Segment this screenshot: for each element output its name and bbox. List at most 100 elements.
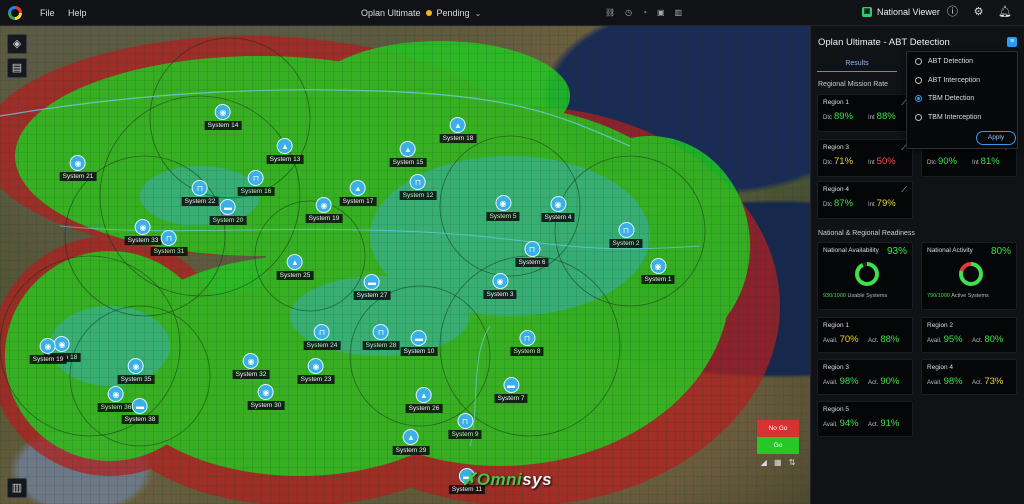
- radio-icon[interactable]: [915, 95, 922, 102]
- detection-rate: Dtc 87%: [823, 198, 854, 209]
- document-title[interactable]: Oplan Ultimate Pending ⌄: [361, 8, 481, 18]
- link-icon[interactable]: ⛓: [605, 8, 615, 17]
- system-marker[interactable]: ◉ System 19: [29, 338, 67, 364]
- system-marker[interactable]: ▲ System 13: [266, 138, 304, 164]
- system-marker[interactable]: ▬ System 20: [209, 199, 247, 225]
- system-marker[interactable]: ⊓ System 24: [303, 324, 341, 350]
- layers-icon: ◈: [12, 38, 22, 50]
- system-marker[interactable]: ◉ System 21: [59, 155, 97, 181]
- menu-icon: ≡: [1009, 38, 1015, 45]
- chevron-down-icon[interactable]: ⌄: [475, 9, 482, 18]
- delete-icon[interactable]: ▥: [675, 8, 683, 17]
- system-marker[interactable]: ⊓ System 9: [448, 413, 482, 439]
- readiness-card[interactable]: Region 4 Avail. 98% Act. 73%: [921, 359, 1017, 395]
- national-activity-card[interactable]: National Activity 80% 790/1000 Active Sy…: [921, 242, 1017, 310]
- readiness-card[interactable]: Region 1 Avail. 70% Act. 88%: [817, 317, 913, 353]
- toolbox-button[interactable]: ▤: [7, 58, 27, 78]
- detection-rate: Dtc 89%: [823, 111, 854, 122]
- interception-rate: Int 50%: [868, 156, 896, 167]
- map-view[interactable]: ◈ ▤ ▥ ◉ System 14 ▲ System 18 ▲ System 13 ▲ Sys…: [0, 26, 810, 504]
- dropdown-option[interactable]: TBM Detection: [915, 95, 974, 102]
- system-marker[interactable]: ⊓ System 16: [237, 170, 275, 196]
- system-label: System 23: [297, 375, 335, 384]
- mission-card[interactable]: Region 4 ⟋ Dtc 87% Int 79%: [817, 181, 913, 219]
- gear-icon[interactable]: ⚙: [972, 6, 985, 19]
- legend-tools: ◢ ▦ ⇅: [757, 458, 799, 467]
- system-marker[interactable]: ⊓ System 2: [609, 222, 643, 248]
- radio-icon[interactable]: [915, 76, 922, 84]
- system-marker[interactable]: ▲ System 29: [392, 429, 430, 455]
- logo-suffix: sys: [522, 470, 553, 489]
- paint-bucket-icon[interactable]: ◢: [761, 458, 767, 467]
- national-availability-card[interactable]: National Availability 93% 930/1000 Usabl…: [817, 242, 913, 310]
- national-viewer-button[interactable]: ▣ National Viewer: [862, 7, 940, 17]
- system-marker[interactable]: ⊓ System 31: [150, 230, 188, 256]
- interception-rate: Int 79%: [868, 198, 896, 209]
- system-marker[interactable]: ⊓ System 6: [515, 241, 549, 267]
- radio-icon[interactable]: [915, 58, 922, 65]
- ring-caption: 790/1000 Active Systems: [927, 293, 989, 299]
- sort-icon[interactable]: ⇅: [789, 458, 796, 467]
- rocket-icon: ▲: [450, 117, 466, 133]
- system-marker[interactable]: ◉ System 5: [486, 195, 520, 221]
- dropdown-option[interactable]: ABT Detection: [915, 58, 973, 65]
- system-marker[interactable]: ◉ System 14: [204, 104, 242, 130]
- system-marker[interactable]: ▬ System 27: [353, 274, 391, 300]
- option-label: ABT Detection: [928, 58, 974, 65]
- dropdown-option[interactable]: ABT Interception: [915, 76, 980, 84]
- system-marker[interactable]: ◉ System 23: [297, 358, 335, 384]
- option-label: TBM Detection: [928, 95, 975, 102]
- system-marker[interactable]: ▲ System 18: [439, 117, 477, 143]
- bell-icon[interactable]: 🔔︎: [998, 6, 1012, 19]
- system-marker[interactable]: ▲ System 25: [276, 254, 314, 280]
- system-marker[interactable]: ▲ System 26: [405, 387, 443, 413]
- readiness-card[interactable]: Region 3 Avail. 98% Act. 90%: [817, 359, 913, 395]
- dropdown-option[interactable]: TBM Interception: [915, 113, 981, 121]
- system-label: System 14: [204, 121, 242, 130]
- card-title: National Activity: [927, 247, 973, 254]
- readiness-card[interactable]: Region 2 Avail. 95% Act. 80%: [921, 317, 1017, 353]
- tank-icon: ▬: [220, 199, 236, 215]
- availability-value: Avail. 98%: [927, 376, 963, 387]
- system-marker[interactable]: ⊓ System 8: [510, 330, 544, 356]
- save-icon[interactable]: ▣: [657, 8, 665, 17]
- mission-card[interactable]: Region 1 ⟋ Dtc 89% Int 88%: [817, 94, 913, 132]
- tab-results[interactable]: Results: [817, 56, 897, 72]
- grid-icon[interactable]: ▦: [774, 458, 782, 467]
- radar-icon: ⊓: [373, 324, 389, 340]
- system-marker[interactable]: ⊓ System 12: [399, 174, 437, 200]
- card-title: Region 1: [823, 99, 850, 106]
- system-marker[interactable]: ▲ System 15: [389, 141, 427, 167]
- dish-icon: ◉: [316, 197, 332, 213]
- info-icon[interactable]: ⓘ: [946, 6, 959, 19]
- system-marker[interactable]: ▬ System 7: [494, 377, 528, 403]
- system-marker[interactable]: ◉ System 19: [305, 197, 343, 223]
- system-marker[interactable]: ◉ System 1: [641, 258, 675, 284]
- mission-card[interactable]: Region 3 ⟋ Dtc 71% Int 50%: [817, 139, 913, 177]
- clock-icon[interactable]: ◔: [642, 8, 647, 17]
- mission-rate-heading: Regional Mission Rate: [818, 81, 889, 88]
- layers-button[interactable]: ◈: [7, 34, 27, 54]
- system-marker[interactable]: ▬ System 10: [400, 330, 438, 356]
- system-marker[interactable]: ◉ System 30: [247, 384, 285, 410]
- system-marker[interactable]: ◉ System 32: [232, 353, 270, 379]
- go-nogo-legend: No Go Go ◢ ▦ ⇅: [757, 420, 799, 467]
- history-icon[interactable]: ◷: [625, 8, 632, 17]
- panel-menu-button[interactable]: ≡: [1007, 37, 1017, 47]
- menu-help[interactable]: Help: [68, 8, 87, 18]
- system-marker[interactable]: ▬ System 38: [121, 398, 159, 424]
- system-marker[interactable]: ◉ System 4: [541, 196, 575, 222]
- chart-icon[interactable]: ⟋: [901, 185, 907, 195]
- app-logo-icon[interactable]: [8, 6, 22, 20]
- interception-rate: Int 81%: [972, 156, 1000, 167]
- menu-file[interactable]: File: [40, 8, 55, 18]
- chart-button[interactable]: ▥: [7, 478, 27, 498]
- system-marker[interactable]: ◉ System 3: [483, 273, 517, 299]
- apply-button[interactable]: Apply: [976, 131, 1016, 145]
- system-marker[interactable]: ▲ System 17: [339, 180, 377, 206]
- readiness-card[interactable]: Region 5 Avail. 94% Act. 91%: [817, 401, 913, 437]
- rocket-icon: ▲: [416, 387, 432, 403]
- system-marker[interactable]: ◉ System 35: [117, 358, 155, 384]
- radio-icon[interactable]: [915, 113, 922, 121]
- system-marker[interactable]: ⊓ System 28: [362, 324, 400, 350]
